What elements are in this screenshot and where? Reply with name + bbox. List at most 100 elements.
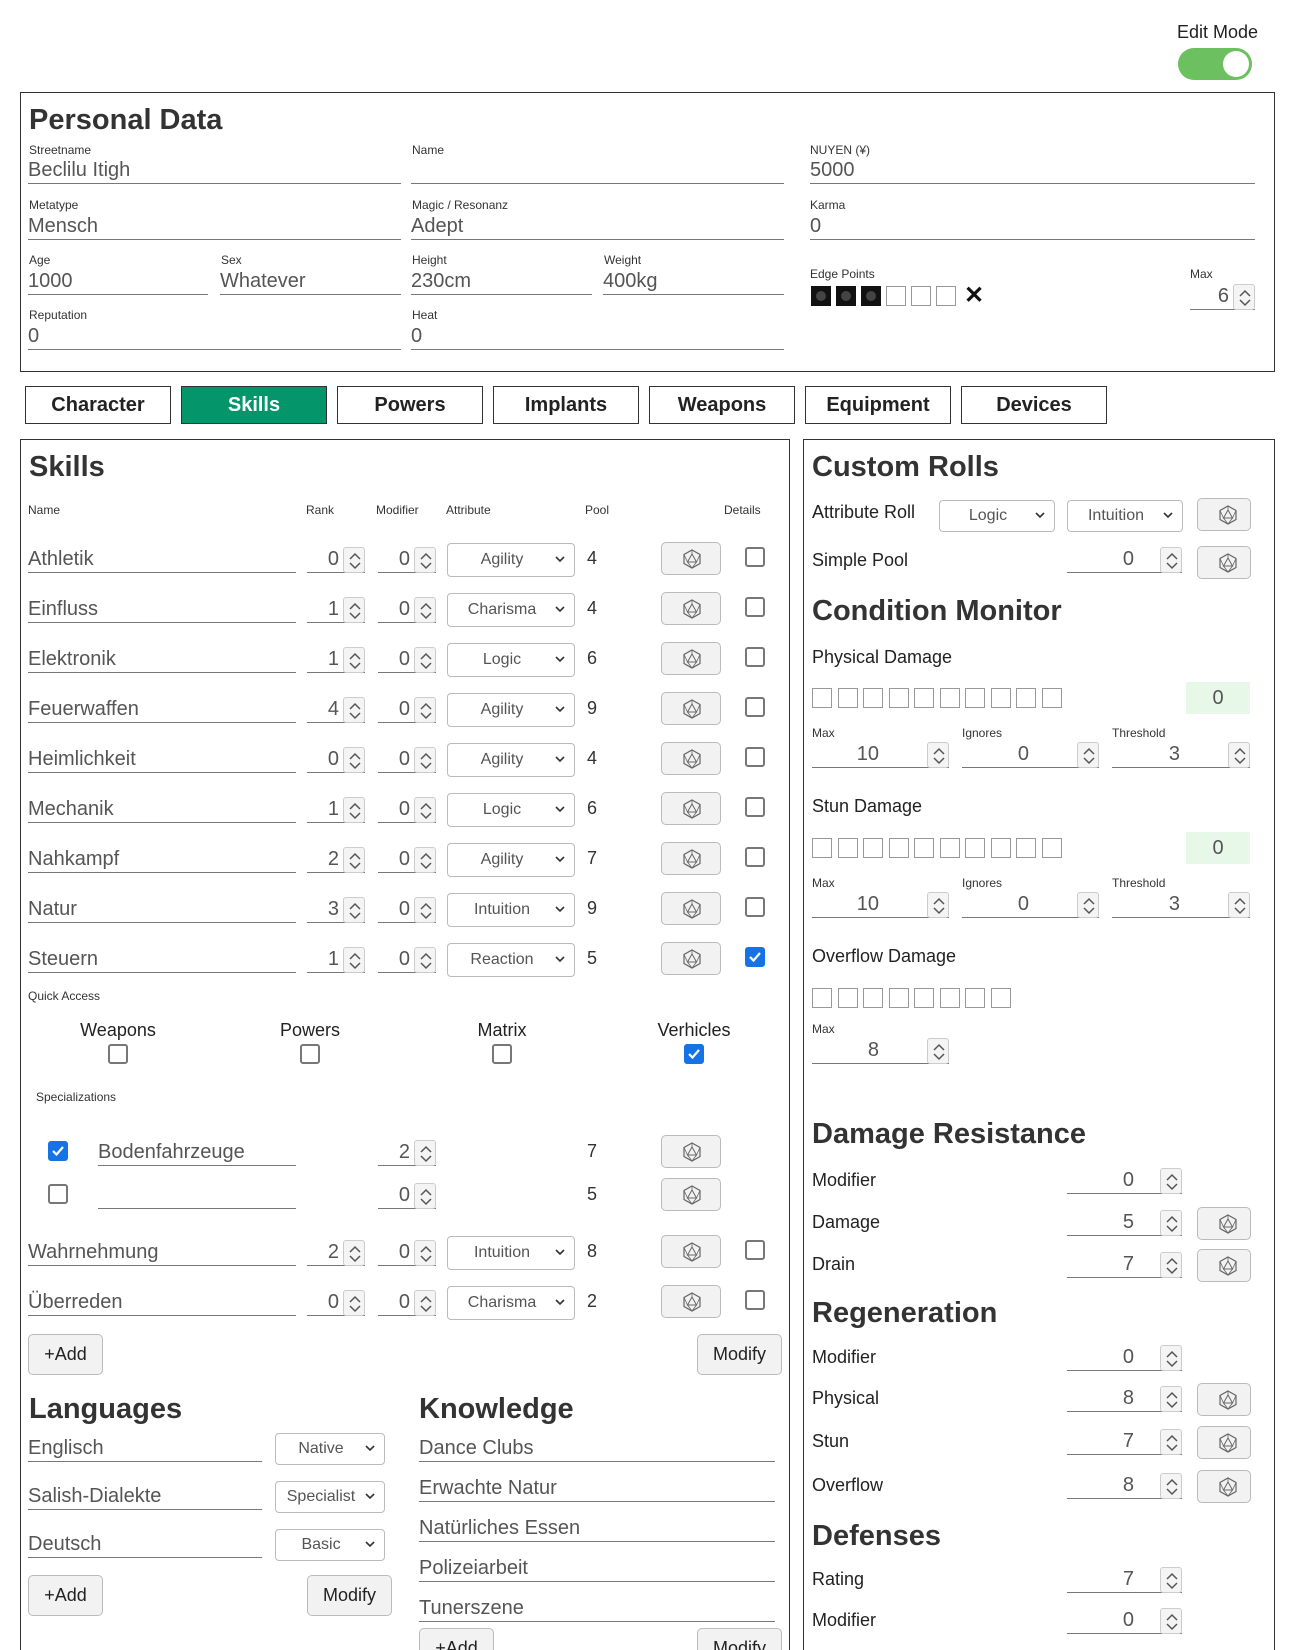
add-skill-button[interactable]: +Add — [28, 1334, 103, 1375]
skill-name[interactable]: Nahkampf — [28, 847, 296, 873]
tab-implants[interactable]: Implants — [493, 386, 639, 424]
age-field[interactable]: 1000 — [28, 270, 208, 295]
skill-rank-input[interactable]: 4 — [307, 697, 365, 723]
tab-equipment[interactable]: Equipment — [805, 386, 951, 424]
roll-damage_resistance-damage-button[interactable] — [1197, 1207, 1251, 1240]
spinner-icon[interactable] — [414, 647, 436, 673]
spinner-icon[interactable] — [1160, 1345, 1182, 1371]
stun-ignores-input[interactable]: 0 — [962, 892, 1099, 918]
quick-access-verhicles-checkbox[interactable] — [684, 1044, 704, 1064]
skill-rank-input[interactable]: 0 — [307, 747, 365, 773]
spinner-icon[interactable] — [343, 847, 365, 873]
spinner-icon[interactable] — [1160, 547, 1182, 573]
quick-access-matrix-checkbox[interactable] — [492, 1044, 512, 1064]
specialization-checkbox[interactable] — [48, 1184, 68, 1204]
roll-skill-button[interactable] — [661, 1285, 721, 1318]
stun-damage-box[interactable] — [939, 838, 960, 858]
overflow-damage-box[interactable] — [837, 988, 858, 1008]
roll-skill-button[interactable] — [661, 592, 721, 625]
spinner-icon[interactable] — [343, 547, 365, 573]
nuyen-field[interactable]: 5000 — [810, 159, 1255, 184]
magic-field[interactable]: Adept — [411, 215, 784, 240]
stun-damage-box[interactable] — [914, 838, 934, 858]
roll-skill-button[interactable] — [661, 1235, 721, 1268]
edge-point-box[interactable] — [836, 286, 856, 306]
language-level-select[interactable]: Native — [275, 1433, 385, 1465]
overflow-damage-box[interactable] — [812, 988, 832, 1008]
physical-threshold-input[interactable]: 3 — [1112, 742, 1250, 768]
physical-damage-box[interactable] — [965, 688, 985, 708]
quick-access-powers-checkbox[interactable] — [300, 1044, 320, 1064]
spinner-icon[interactable] — [1160, 1429, 1182, 1455]
spinner-icon[interactable] — [1160, 1252, 1182, 1278]
skill-attribute-select[interactable]: Agility — [447, 693, 575, 727]
skill-details-checkbox[interactable] — [745, 947, 765, 967]
roll-specialization-button[interactable] — [661, 1178, 721, 1211]
skill-details-checkbox[interactable] — [745, 747, 765, 767]
metatype-field[interactable]: Mensch — [28, 215, 401, 240]
language-level-select[interactable]: Basic — [275, 1529, 385, 1561]
spinner-icon[interactable] — [1233, 284, 1255, 310]
tab-character[interactable]: Character — [25, 386, 171, 424]
skill-name[interactable]: Feuerwaffen — [28, 697, 296, 723]
damage_resistance-modifier-input[interactable]: 0 — [1067, 1168, 1182, 1194]
specialization-checkbox[interactable] — [48, 1141, 68, 1161]
edge-point-box[interactable] — [936, 286, 956, 306]
specialization-modifier-input[interactable]: 0 — [378, 1183, 436, 1209]
skill-name[interactable]: Elektronik — [28, 647, 296, 673]
skill-details-checkbox[interactable] — [745, 597, 765, 617]
damage_resistance-drain-input[interactable]: 7 — [1067, 1252, 1182, 1278]
skill-name[interactable]: Heimlichkeit — [28, 747, 296, 773]
skill-details-checkbox[interactable] — [745, 847, 765, 867]
skill-attribute-select[interactable]: Charisma — [447, 593, 575, 627]
spinner-icon[interactable] — [414, 847, 436, 873]
spinner-icon[interactable] — [1160, 1473, 1182, 1499]
skill-details-checkbox[interactable] — [745, 697, 765, 717]
attribute-roll-second-select[interactable]: Intuition — [1067, 500, 1183, 532]
add-knowledge-button[interactable]: +Add — [419, 1628, 494, 1650]
spinner-icon[interactable] — [343, 1240, 365, 1266]
defenses-rating-input[interactable]: 7 — [1067, 1567, 1182, 1593]
edge-point-box[interactable] — [911, 286, 931, 306]
edge-point-box[interactable] — [886, 286, 906, 306]
spinner-icon[interactable] — [343, 947, 365, 973]
regeneration-modifier-input[interactable]: 0 — [1067, 1345, 1182, 1371]
roll-simple-pool-button[interactable] — [1197, 546, 1251, 579]
skill-details-checkbox[interactable] — [745, 547, 765, 567]
skill-rank-input[interactable]: 1 — [307, 597, 365, 623]
regeneration-physical-input[interactable]: 8 — [1067, 1386, 1182, 1412]
skill-modifier-input[interactable]: 0 — [378, 1290, 436, 1316]
tab-devices[interactable]: Devices — [961, 386, 1107, 424]
stun-damage-box[interactable] — [1016, 838, 1036, 858]
specialization-name[interactable]: Bodenfahrzeuge — [98, 1140, 296, 1166]
overflow-damage-box[interactable] — [990, 988, 1011, 1008]
overflow-damage-box[interactable] — [939, 988, 960, 1008]
heat-field[interactable]: 0 — [411, 325, 784, 350]
physical-damage-box[interactable] — [914, 688, 934, 708]
weight-field[interactable]: 400kg — [603, 270, 784, 295]
spinner-icon[interactable] — [1160, 1386, 1182, 1412]
physical-max-input[interactable]: 10 — [812, 742, 949, 768]
skill-attribute-select[interactable]: Logic — [447, 793, 575, 827]
skill-rank-input[interactable]: 1 — [307, 647, 365, 673]
edge-max-input[interactable]: 6 — [1190, 284, 1255, 310]
defenses-modifier-input[interactable]: 0 — [1067, 1608, 1182, 1634]
spinner-icon[interactable] — [343, 747, 365, 773]
skill-modifier-input[interactable]: 0 — [378, 1240, 436, 1266]
roll-skill-button[interactable] — [661, 892, 721, 925]
skill-details-checkbox[interactable] — [745, 1290, 765, 1310]
skill-modifier-input[interactable]: 0 — [378, 847, 436, 873]
stun-damage-box[interactable] — [863, 838, 883, 858]
skill-name[interactable]: Natur — [28, 897, 296, 923]
edge-point-box[interactable] — [861, 286, 881, 306]
spinner-icon[interactable] — [414, 1240, 436, 1266]
skill-rank-input[interactable]: 2 — [307, 847, 365, 873]
physical-damage-box[interactable] — [812, 688, 832, 708]
specialization-name[interactable] — [98, 1183, 296, 1209]
skill-modifier-input[interactable]: 0 — [378, 747, 436, 773]
roll-regeneration-overflow-button[interactable] — [1197, 1470, 1251, 1503]
skill-name[interactable]: Steuern — [28, 947, 296, 973]
physical-damage-box[interactable] — [1016, 688, 1036, 708]
skill-name[interactable]: Wahrnehmung — [28, 1240, 296, 1266]
spinner-icon[interactable] — [343, 797, 365, 823]
